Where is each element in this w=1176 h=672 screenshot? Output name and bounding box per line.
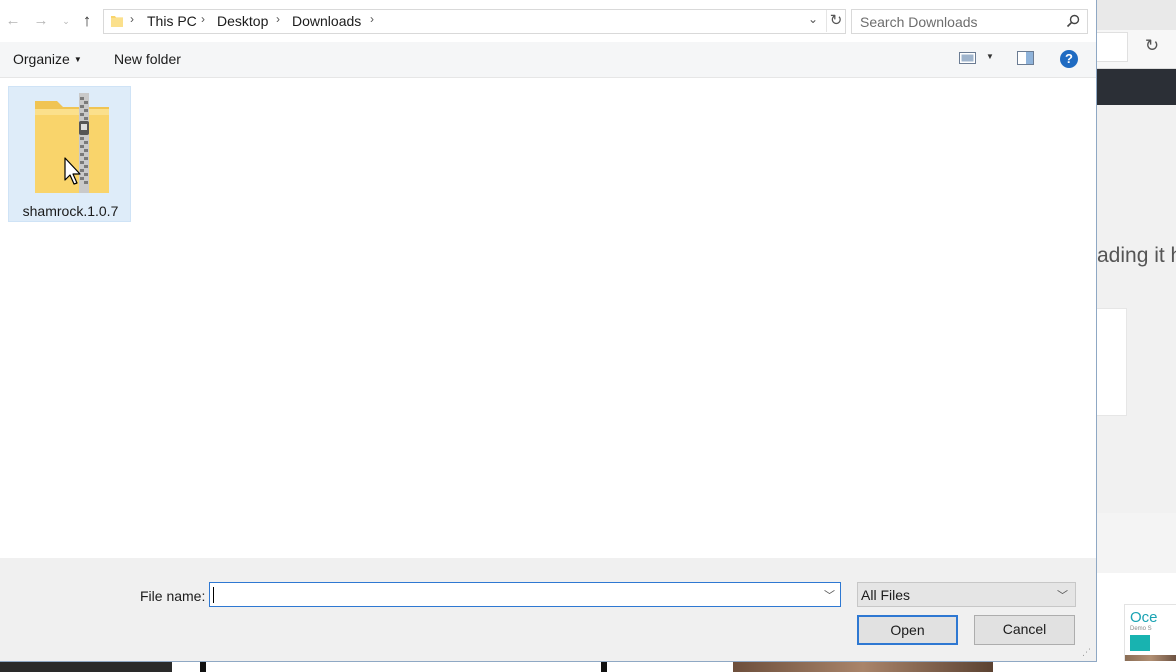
background-dark-block: [0, 661, 172, 672]
view-options-caret-icon[interactable]: ▼: [986, 52, 994, 61]
browser-site-header: [1097, 69, 1176, 105]
breadcrumb-separator-icon[interactable]: ›: [201, 12, 205, 26]
breadcrumb-separator-icon[interactable]: ›: [370, 12, 374, 26]
organize-menu-button[interactable]: Organize ▼: [13, 51, 82, 67]
breadcrumb-separator-icon[interactable]: ›: [276, 12, 280, 26]
open-file-dialog: ← → ⌄ ↑ › This PC › Desktop › Downloads …: [0, 0, 1097, 662]
search-placeholder: Search Downloads: [860, 14, 978, 30]
breadcrumb-desktop[interactable]: Desktop: [217, 13, 268, 29]
browser-card: [1097, 308, 1127, 416]
command-bar: Organize ▼ New folder ▼ ?: [0, 42, 1096, 78]
browser-address-bar[interactable]: [1097, 32, 1128, 62]
background-bottom-strip: [0, 661, 1176, 672]
forward-arrow-icon[interactable]: →: [31, 11, 51, 31]
file-type-chevron-icon: ﹀: [1057, 590, 1068, 602]
open-button[interactable]: Open: [857, 615, 958, 645]
resize-grip-icon[interactable]: ⋰: [1082, 647, 1092, 657]
text-caret: [213, 587, 214, 603]
file-list-area[interactable]: shamrock.1.0.7: [0, 78, 1096, 558]
thumbnail-button: [1130, 635, 1150, 651]
search-icon[interactable]: [1065, 13, 1081, 29]
new-folder-button[interactable]: New folder: [114, 51, 181, 67]
cancel-button[interactable]: Cancel: [974, 615, 1075, 645]
organize-label: Organize: [13, 51, 70, 67]
bottom-panel: File name: ﹀ All Files ﹀ Open Cancel ⋰: [0, 558, 1096, 661]
file-item[interactable]: shamrock.1.0.7: [8, 86, 131, 222]
search-box[interactable]: Search Downloads: [851, 9, 1088, 34]
folder-icon: [111, 16, 123, 27]
browser-page-text: ading it h: [1097, 244, 1176, 267]
navigation-bar: ← → ⌄ ↑ › This PC › Desktop › Downloads …: [0, 0, 1096, 42]
breadcrumb-separator-icon[interactable]: ›: [130, 12, 134, 26]
background-divider: [601, 661, 607, 672]
address-dropdown-chevron-icon[interactable]: ⌄: [808, 12, 818, 26]
caret-down-icon: ▼: [73, 55, 82, 64]
browser-tabstrip: [1097, 0, 1176, 30]
refresh-icon[interactable]: ↻: [826, 10, 845, 32]
thumbnail-subtitle: Demo S: [1130, 626, 1152, 632]
change-view-icon[interactable]: [959, 51, 977, 65]
help-icon[interactable]: ?: [1060, 50, 1078, 68]
file-name-label: shamrock.1.0.7: [22, 203, 119, 219]
file-name-field-label: File name:: [140, 588, 206, 604]
file-type-select[interactable]: All Files ﹀: [857, 582, 1076, 607]
file-type-value: All Files: [861, 587, 911, 603]
mouse-cursor-icon: [64, 157, 81, 185]
thumbnail-title: Oce: [1130, 609, 1158, 626]
file-name-history-chevron-icon[interactable]: ﹀: [824, 587, 835, 603]
background-browser-window: ↻ ading it h Oce Demo S: [1097, 0, 1176, 672]
breadcrumb-this-pc[interactable]: This PC: [147, 13, 197, 29]
address-bar[interactable]: › This PC › Desktop › Downloads › ⌄ ↻: [103, 9, 846, 34]
back-arrow-icon[interactable]: ←: [3, 11, 23, 31]
browser-gray-band: [1097, 513, 1176, 573]
browser-reload-icon[interactable]: ↻: [1141, 35, 1163, 57]
file-name-input[interactable]: ﹀: [209, 582, 841, 607]
recent-locations-chevron-icon[interactable]: ⌄: [56, 11, 76, 31]
up-arrow-icon[interactable]: ↑: [77, 11, 97, 31]
background-divider: [200, 661, 206, 672]
preview-pane-icon[interactable]: [1017, 51, 1035, 65]
breadcrumb-downloads[interactable]: Downloads: [292, 13, 361, 29]
background-photo-strip: [733, 661, 993, 672]
